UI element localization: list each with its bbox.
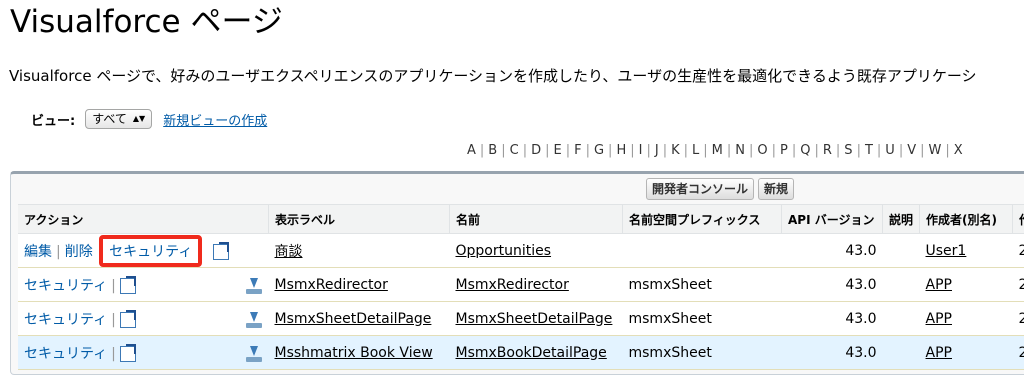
table-row: セキュリティ | Msshmatrix Book View MsmxBookDet…	[18, 335, 1024, 370]
pipe-divider: |	[111, 277, 116, 294]
alpha-filter-a[interactable]: A	[464, 143, 479, 158]
label-link[interactable]: MsmxRedirector	[275, 277, 388, 293]
description-cell	[882, 267, 920, 302]
delete-link[interactable]: 削除	[65, 244, 93, 260]
col-extra[interactable]: 作	[1012, 204, 1024, 234]
label-link[interactable]: 商談	[275, 244, 303, 260]
alpha-filter-o[interactable]: O	[754, 143, 770, 158]
security-link[interactable]: セキュリティ	[24, 278, 107, 294]
creator-link[interactable]: User1	[926, 243, 967, 259]
alpha-filter-u[interactable]: U	[882, 143, 898, 158]
label-link[interactable]: Msshmatrix Book View	[275, 345, 433, 361]
security-link[interactable]: セキュリティ	[109, 244, 192, 260]
alpha-filter-r[interactable]: R	[820, 143, 835, 158]
pipe-divider: |	[111, 311, 116, 328]
alphabet-filter: A | B | C | D | E | F | G | H | I | J | K | L | M | N | O | P | Q | R | S | T |…	[464, 143, 966, 158]
creator-link[interactable]: APP	[926, 311, 952, 327]
label-link[interactable]: MsmxSheetDetailPage	[275, 311, 432, 327]
external-window-icon[interactable]	[212, 241, 229, 260]
new-view-link[interactable]: 新規ビューの作成	[163, 110, 267, 129]
extra-cell: 2	[1012, 233, 1024, 268]
view-select[interactable]: すべて ▲▼	[85, 109, 153, 129]
api-version-cell: 43.0	[781, 233, 883, 268]
vf-pages-table: アクション 表示ラベル 名前 名前空間プレフィックス API バージョン 説明 …	[18, 204, 1024, 370]
col-name[interactable]: 名前	[449, 204, 623, 234]
alpha-filter-v[interactable]: V	[904, 143, 919, 158]
view-select-value: すべて	[92, 112, 127, 126]
col-api-version[interactable]: API バージョン	[781, 204, 883, 234]
description-cell	[882, 335, 920, 370]
external-window-icon[interactable]	[119, 275, 136, 294]
highlight-box: セキュリティ	[99, 234, 203, 267]
new-button[interactable]: 新規	[758, 178, 795, 200]
alpha-filter-g[interactable]: G	[591, 143, 607, 158]
namespace-cell: msmxSheet	[622, 267, 782, 302]
alpha-filter-c[interactable]: C	[507, 143, 522, 158]
alpha-filter-w[interactable]: W	[926, 143, 945, 158]
name-link[interactable]: MsmxRedirector	[456, 277, 569, 293]
namespace-cell	[622, 233, 782, 268]
updown-arrow-icon: ▲▼	[132, 114, 146, 123]
list-buttons: 開発者コンソール 新規	[646, 178, 795, 200]
download-icon	[246, 277, 263, 294]
alpha-filter-i[interactable]: I	[636, 143, 646, 158]
alpha-filter-d[interactable]: D	[528, 143, 544, 158]
creator-link[interactable]: APP	[926, 345, 952, 361]
alpha-filter-k[interactable]: K	[668, 143, 683, 158]
col-action[interactable]: アクション	[18, 204, 269, 234]
alpha-filter-m[interactable]: M	[709, 143, 726, 158]
pipe-divider: |	[56, 243, 61, 260]
action-cell: セキュリティ |	[18, 335, 269, 370]
description-cell	[882, 301, 920, 336]
action-cell: セキュリティ |	[18, 301, 269, 336]
alpha-filter-p[interactable]: P	[777, 143, 791, 158]
creator-link[interactable]: APP	[926, 277, 952, 293]
extra-cell: 2	[1012, 267, 1024, 302]
alpha-filter-s[interactable]: S	[841, 143, 855, 158]
col-creator[interactable]: 作成者(別名)	[919, 204, 1013, 234]
page-description: Visualforce ページで、好みのユーザエクスペリエンスのアプリケーション…	[9, 67, 977, 85]
alpha-filter-h[interactable]: H	[613, 143, 629, 158]
api-version-cell: 43.0	[781, 301, 883, 336]
description-cell	[882, 233, 920, 268]
developer-console-button[interactable]: 開発者コンソール	[646, 178, 755, 200]
action-cell: セキュリティ |	[18, 267, 269, 302]
extra-cell: 2	[1012, 335, 1024, 370]
extra-cell: 2	[1012, 301, 1024, 336]
alpha-filter-t[interactable]: T	[862, 143, 876, 158]
alpha-filter-j[interactable]: J	[652, 143, 662, 158]
alpha-filter-x[interactable]: X	[951, 143, 966, 158]
col-label[interactable]: 表示ラベル	[268, 204, 450, 234]
table-row: 編集 | 削除 セキュリティ 商談 Opportunities 43.0 User1…	[18, 233, 1024, 268]
external-window-icon[interactable]	[119, 309, 136, 328]
alpha-filter-l[interactable]: L	[689, 143, 702, 158]
view-label: ビュー:	[31, 113, 76, 129]
alpha-filter-f[interactable]: F	[571, 143, 584, 158]
table-header-row: アクション 表示ラベル 名前 名前空間プレフィックス API バージョン 説明 …	[18, 204, 1024, 234]
alpha-filter-n[interactable]: N	[732, 143, 748, 158]
alpha-filter-e[interactable]: E	[550, 143, 564, 158]
table-row: セキュリティ | MsmxRedirector MsmxRedirector ms…	[18, 267, 1024, 302]
name-link[interactable]: Opportunities	[456, 243, 552, 259]
api-version-cell: 43.0	[781, 335, 883, 370]
name-link[interactable]: MsmxSheetDetailPage	[456, 311, 613, 327]
page-title: Visualforce ページ	[10, 4, 283, 40]
alpha-filter-q[interactable]: Q	[797, 143, 813, 158]
namespace-cell: msmxSheet	[622, 335, 782, 370]
col-namespace[interactable]: 名前空間プレフィックス	[622, 204, 782, 234]
action-cell: 編集 | 削除 セキュリティ	[18, 233, 269, 268]
api-version-cell: 43.0	[781, 267, 883, 302]
alpha-filter-b[interactable]: B	[485, 143, 500, 158]
edit-link[interactable]: 編集	[24, 244, 52, 260]
download-icon	[246, 311, 263, 328]
col-description[interactable]: 説明	[881, 204, 920, 234]
table-row: セキュリティ | MsmxSheetDetailPage MsmxSheetDet…	[18, 301, 1024, 336]
security-link[interactable]: セキュリティ	[24, 312, 107, 328]
view-bar: ビュー: すべて ▲▼ 新規ビューの作成	[31, 108, 267, 130]
name-link[interactable]: MsmxBookDetailPage	[456, 345, 607, 361]
namespace-cell: msmxSheet	[622, 301, 782, 336]
